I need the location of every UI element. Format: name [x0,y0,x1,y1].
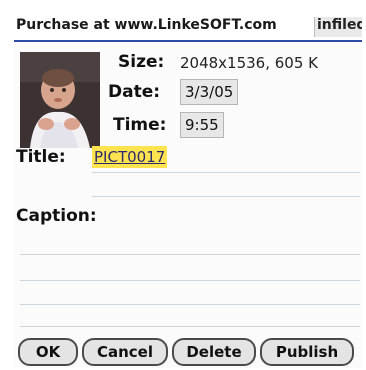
date-field[interactable]: 3/3/05 [180,79,239,105]
size-label: Size: [118,52,165,72]
title-label: Title: [16,147,66,167]
photo-details-screen: Purchase at www.LinkeSOFT.com infiled Si… [14,14,362,368]
publish-button[interactable]: Publish [260,338,354,366]
title-underline [92,172,360,173]
size-value: 2048x1536, 605 K [180,54,318,72]
delete-button[interactable]: Delete [172,338,256,366]
caption-line-2[interactable] [20,280,360,281]
title-field[interactable]: PICT0017 [92,146,168,168]
caption-label: Caption: [16,206,97,226]
cancel-button[interactable]: Cancel [82,338,168,366]
title-underline-2 [92,196,360,197]
button-bar: OK Cancel Delete Publish [14,332,362,368]
time-field[interactable]: 9:55 [180,112,224,138]
window-title[interactable]: Purchase at www.LinkeSOFT.com [16,17,277,33]
caption-line-3[interactable] [20,304,360,305]
date-label: Date: [108,82,161,102]
photo-thumbnail[interactable] [20,52,100,148]
baby-photo-icon [20,52,100,148]
title-bar: Purchase at www.LinkeSOFT.com infiled [14,14,362,42]
caption-line-1[interactable] [20,254,360,255]
time-label: Time: [113,115,167,135]
caption-line-4[interactable] [20,326,360,327]
menu-tab[interactable]: infiled [314,17,362,37]
ok-button[interactable]: OK [18,338,78,366]
